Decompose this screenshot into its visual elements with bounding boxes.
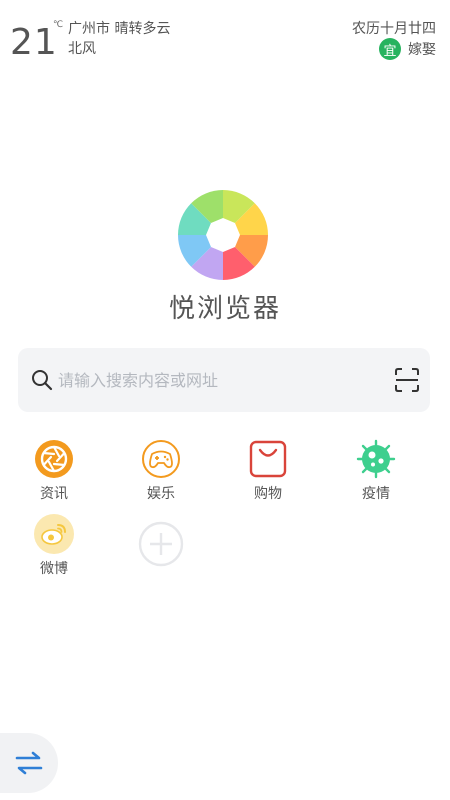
status-header: 21 ℃ 广州市 晴转多云 北风 农历十月廿四 宜 嫁娶 bbox=[0, 0, 450, 80]
shortcut-weibo[interactable]: 微博 bbox=[19, 514, 89, 578]
shortcut-label: 微博 bbox=[40, 561, 68, 577]
weibo-icon bbox=[34, 514, 74, 554]
aperture-icon bbox=[35, 440, 73, 478]
gamepad-icon bbox=[142, 440, 180, 478]
shortcut-news[interactable]: 资讯 bbox=[19, 439, 89, 503]
browser-logo-icon bbox=[178, 190, 268, 280]
yi-text: 嫁娶 bbox=[408, 42, 436, 58]
scan-icon[interactable] bbox=[394, 367, 420, 393]
shortcut-shopping[interactable]: 购物 bbox=[233, 439, 303, 503]
lunar-date[interactable]: 农历十月廿四 bbox=[352, 18, 436, 38]
switch-mode-button[interactable] bbox=[0, 733, 58, 793]
shortcut-label: 疫情 bbox=[362, 486, 390, 502]
search-bar[interactable] bbox=[18, 348, 430, 412]
shopping-bag-icon bbox=[249, 440, 287, 478]
almanac-suitable[interactable]: 宜 嫁娶 bbox=[379, 38, 436, 60]
yi-badge: 宜 bbox=[379, 38, 401, 60]
shortcut-label: 娱乐 bbox=[147, 486, 175, 502]
shortcut-entertainment[interactable]: 娱乐 bbox=[126, 439, 196, 503]
search-input[interactable] bbox=[58, 368, 378, 392]
app-title: 悦浏览器 bbox=[168, 294, 281, 324]
swap-arrows-icon bbox=[15, 751, 43, 775]
search-icon[interactable] bbox=[30, 368, 54, 392]
shortcut-epidemic[interactable]: 疫情 bbox=[341, 439, 411, 503]
wind-direction: 北风 bbox=[68, 41, 96, 57]
add-shortcut-button[interactable] bbox=[138, 521, 184, 567]
city-weather[interactable]: 广州市 晴转多云 bbox=[68, 18, 170, 38]
temperature-unit: ℃ bbox=[53, 20, 64, 30]
virus-icon bbox=[356, 439, 396, 479]
shortcut-label: 资讯 bbox=[40, 486, 68, 502]
shortcut-label: 购物 bbox=[254, 486, 282, 502]
temperature-value[interactable]: 21 bbox=[10, 22, 58, 63]
